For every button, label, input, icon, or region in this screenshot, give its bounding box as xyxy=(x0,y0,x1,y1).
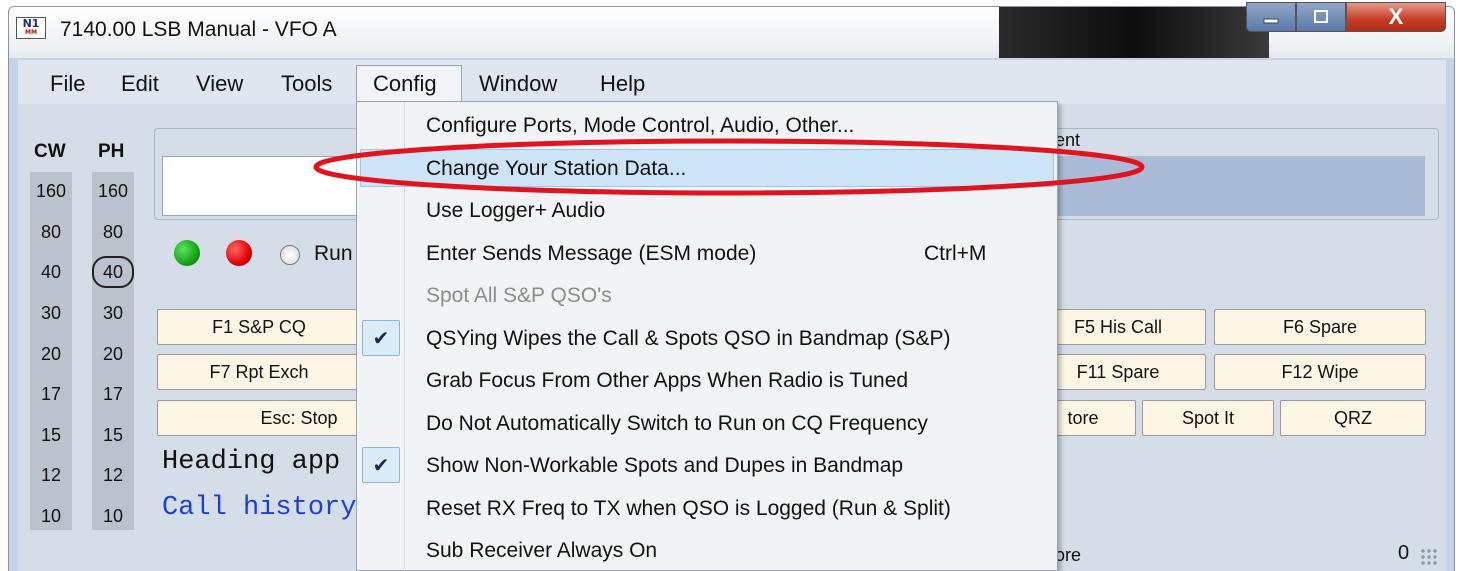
ph-band-20[interactable]: 20 xyxy=(92,344,134,365)
f6-button[interactable]: F6 Spare xyxy=(1214,309,1426,345)
close-icon: X xyxy=(1388,4,1404,29)
checkmark-icon: ✔ xyxy=(362,320,400,356)
background-overlap xyxy=(999,7,1269,59)
menu-item-no-auto-run[interactable]: Do Not Automatically Switch to Run on CQ… xyxy=(426,412,928,436)
menu-item-use-logger-audio[interactable]: Use Logger+ Audio xyxy=(426,199,605,223)
ph-band-40[interactable]: 40 xyxy=(92,262,134,283)
call-history-text: Call history xyxy=(162,493,357,523)
ph-band-10[interactable]: 10 xyxy=(92,506,134,527)
f12-button[interactable]: F12 Wipe xyxy=(1214,354,1426,390)
green-status-icon xyxy=(174,240,200,266)
menu-item-change-station-data[interactable]: Change Your Station Data... xyxy=(426,157,686,181)
callsign-entry-field[interactable] xyxy=(162,156,362,216)
ph-band-80[interactable]: 80 xyxy=(92,222,134,243)
window-title: 7140.00 LSB Manual - VFO A xyxy=(60,18,337,41)
menu-item-spot-all-sp: Spot All S&P QSO's xyxy=(426,284,612,307)
cw-band-40[interactable]: 40 xyxy=(30,262,72,283)
menu-item-reset-rx-freq[interactable]: Reset RX Freq to TX when QSO is Logged (… xyxy=(426,497,951,521)
cw-band-160[interactable]: 160 xyxy=(30,181,72,202)
checkmark-icon: ✔ xyxy=(362,447,400,483)
menu-item-show-nonworkable[interactable]: Show Non-Workable Spots and Dupes in Ban… xyxy=(426,454,903,478)
app-icon[interactable]: N1 MM xyxy=(16,17,46,39)
menu-config[interactable]: Config xyxy=(373,71,437,97)
exchange-label: ent xyxy=(1055,130,1081,150)
ph-band-12[interactable]: 12 xyxy=(92,465,134,486)
maximize-button[interactable] xyxy=(1296,2,1346,32)
ph-band-17[interactable]: 17 xyxy=(92,384,134,405)
cw-band-12[interactable]: 12 xyxy=(30,465,72,486)
ph-band-30[interactable]: 30 xyxy=(92,303,134,324)
minimize-icon xyxy=(1263,18,1279,24)
menu-item-esm-mode[interactable]: Enter Sends Message (ESM mode) xyxy=(426,242,756,266)
cw-band-10[interactable]: 10 xyxy=(30,506,72,527)
maximize-icon xyxy=(1314,10,1328,23)
menu-edit[interactable]: Edit xyxy=(121,71,159,97)
close-button[interactable]: X xyxy=(1346,2,1446,32)
menu-tools[interactable]: Tools xyxy=(281,71,332,97)
app-icon-subtext: MM xyxy=(25,29,37,36)
exchange-entry-field[interactable] xyxy=(1055,156,1425,216)
minimize-button[interactable] xyxy=(1246,2,1296,32)
cw-band-15[interactable]: 15 xyxy=(30,425,72,446)
menu-file[interactable]: File xyxy=(50,71,85,97)
ph-header: PH xyxy=(98,141,125,162)
cw-header: CW xyxy=(34,141,66,162)
menu-view[interactable]: View xyxy=(196,71,243,97)
qrz-button[interactable]: QRZ xyxy=(1280,400,1426,436)
ph-band-15[interactable]: 15 xyxy=(92,425,134,446)
cw-band-20[interactable]: 20 xyxy=(30,344,72,365)
cw-band-80[interactable]: 80 xyxy=(30,222,72,243)
menu-help[interactable]: Help xyxy=(600,71,645,97)
heading-info-text: Heading app xyxy=(162,447,341,477)
spot-it-button[interactable]: Spot It xyxy=(1142,400,1274,436)
cw-band-30[interactable]: 30 xyxy=(30,303,72,324)
ph-band-160[interactable]: 160 xyxy=(92,181,134,202)
f1-button[interactable]: F1 S&P CQ xyxy=(157,309,361,345)
shortcut-ctrl-m: Ctrl+M xyxy=(924,242,987,265)
f7-button[interactable]: F7 Rpt Exch xyxy=(157,354,361,390)
menu-item-qsying-wipes[interactable]: QSYing Wipes the Call & Spots QSO in Ban… xyxy=(426,327,950,351)
menu-item-configure-ports[interactable]: Configure Ports, Mode Control, Audio, Ot… xyxy=(426,114,854,138)
menu-window[interactable]: Window xyxy=(479,71,557,97)
run-label: Run xyxy=(314,242,353,265)
menu-item-sub-receiver[interactable]: Sub Receiver Always On xyxy=(426,539,657,563)
status-count: 0 xyxy=(1398,542,1410,564)
cw-band-17[interactable]: 17 xyxy=(30,384,72,405)
red-status-icon xyxy=(226,240,252,266)
run-radio-button[interactable] xyxy=(280,245,300,265)
resize-grip-icon[interactable] xyxy=(1420,548,1438,566)
menu-item-grab-focus[interactable]: Grab Focus From Other Apps When Radio is… xyxy=(426,369,908,393)
status-more-text: ore xyxy=(1055,545,1082,565)
